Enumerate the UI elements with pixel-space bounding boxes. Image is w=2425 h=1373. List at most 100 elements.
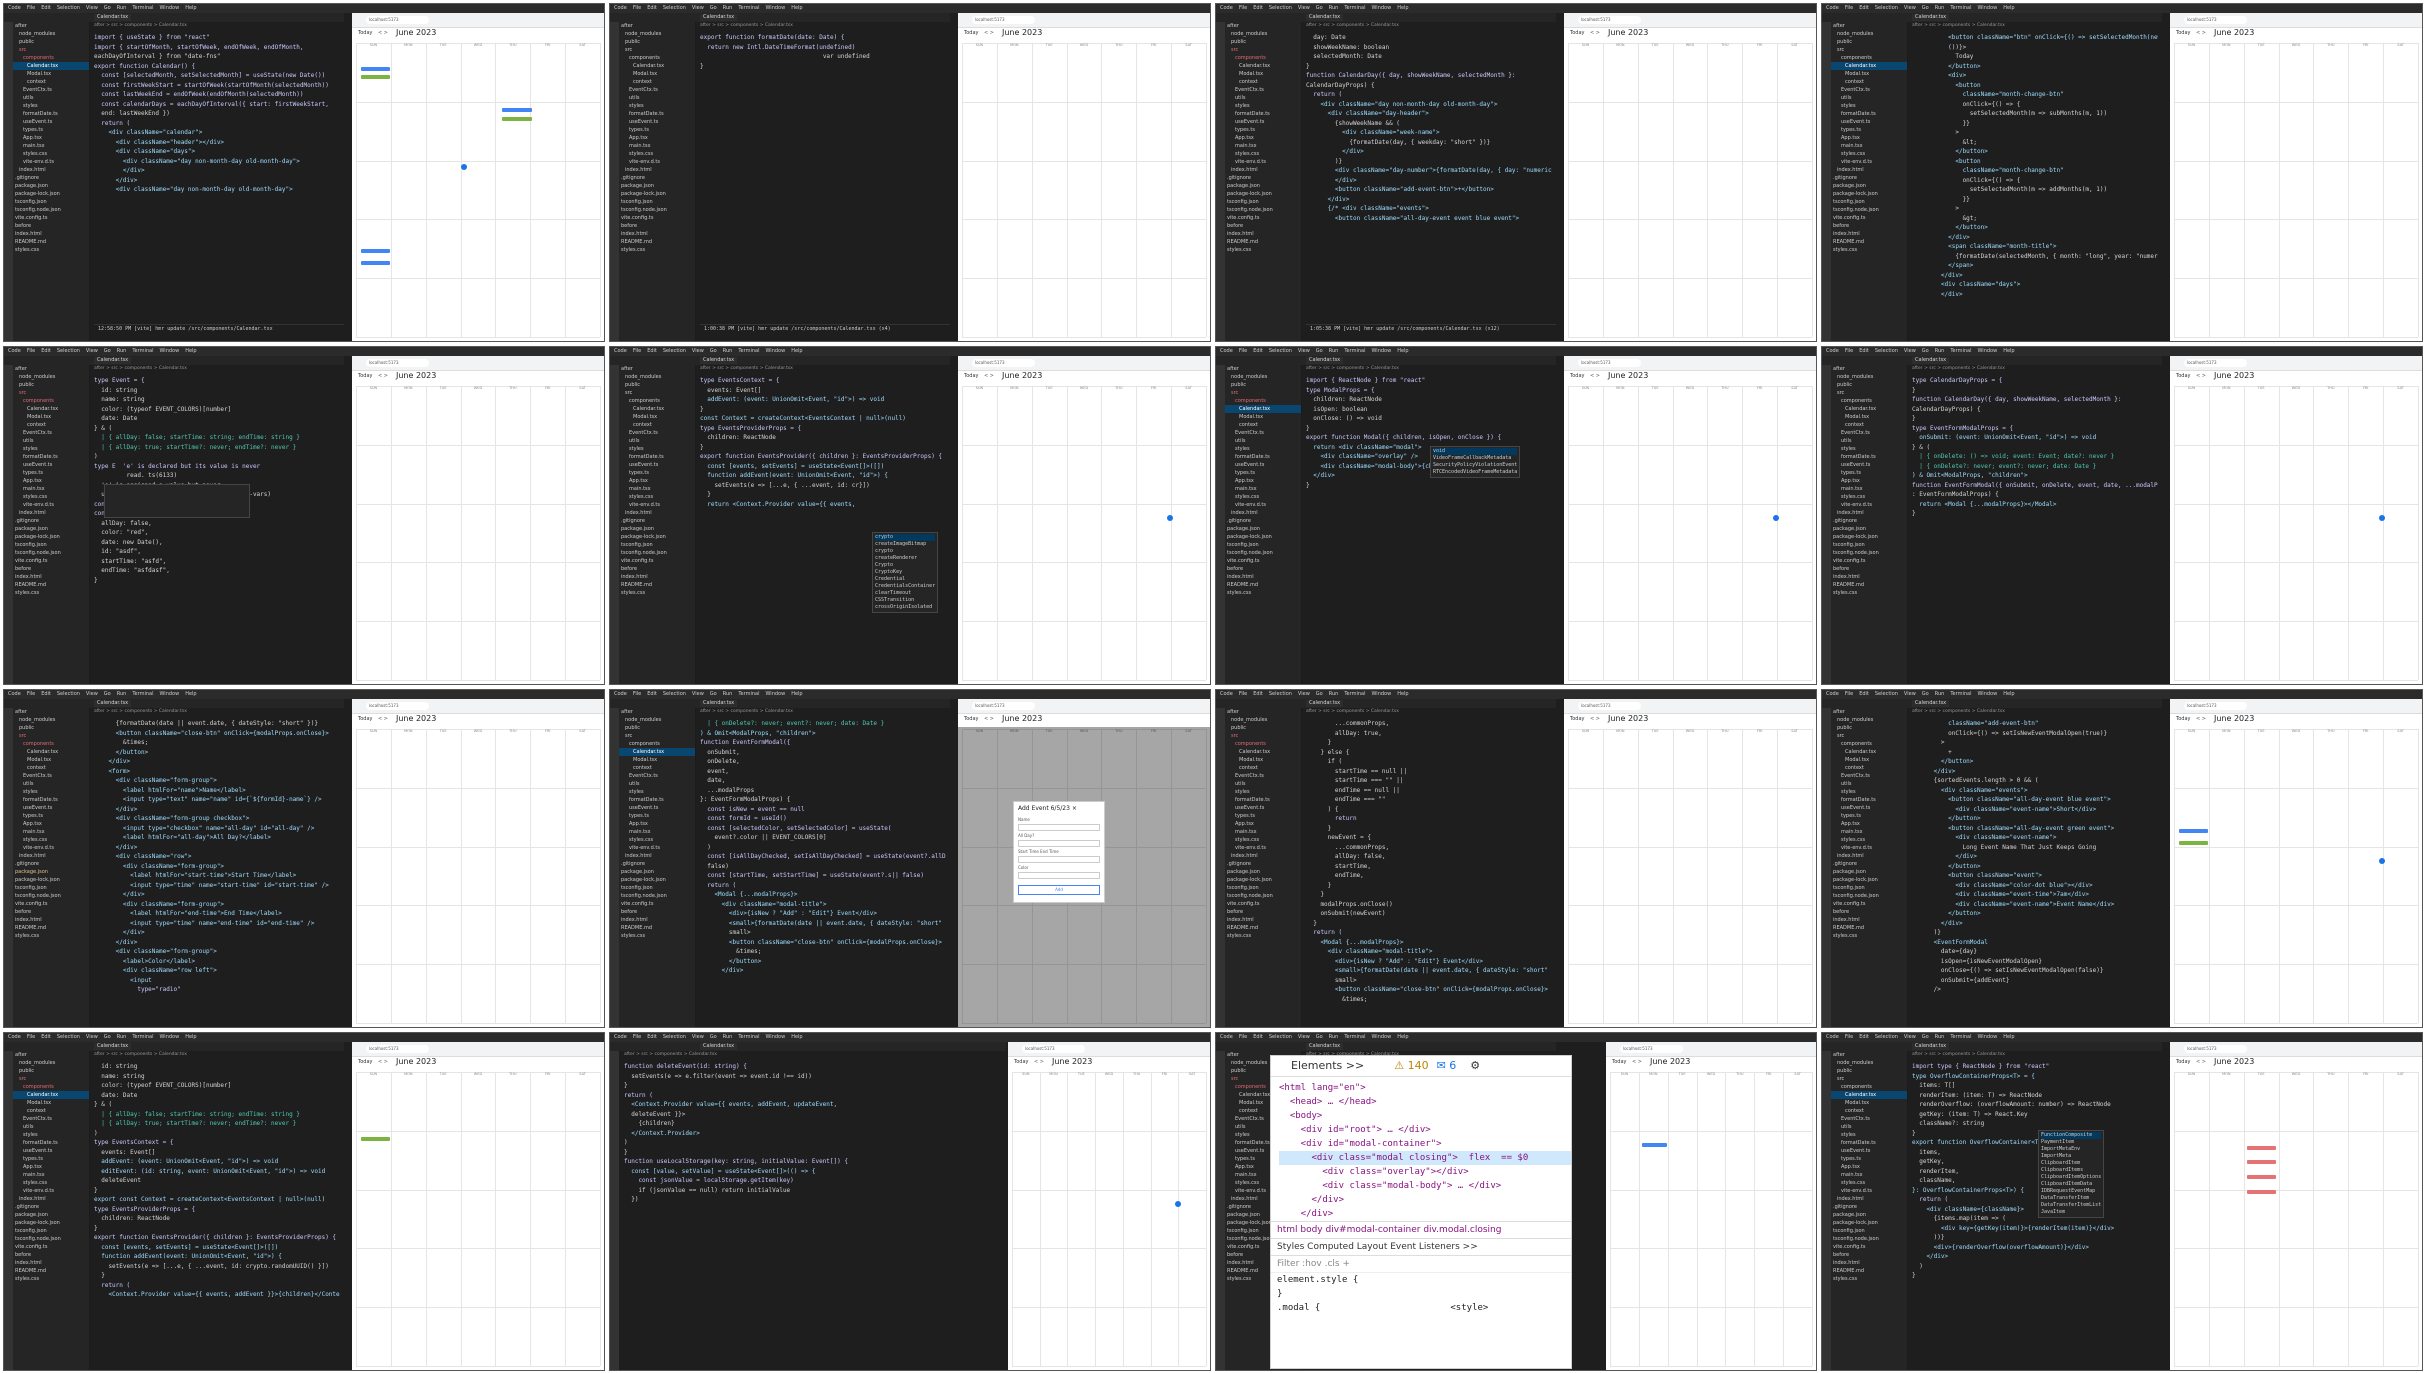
explorer-item[interactable]: components: [1831, 54, 1907, 62]
menu-item[interactable]: Run: [117, 5, 127, 11]
explorer-item[interactable]: styles.css: [1225, 493, 1301, 501]
explorer-item[interactable]: types.ts: [619, 469, 695, 477]
explorer-item[interactable]: styles.css: [1225, 932, 1301, 940]
autocomplete-item[interactable]: crossOriginIsolated: [875, 604, 935, 611]
explorer-item[interactable]: components: [1831, 397, 1907, 405]
explorer-item[interactable]: types.ts: [1225, 469, 1301, 477]
explorer-item[interactable]: .gitignore: [1225, 174, 1301, 182]
modal-field-input[interactable]: [1018, 824, 1100, 831]
explorer-item[interactable]: vite-env.d.ts: [1225, 158, 1301, 166]
explorer-item[interactable]: vite-env.d.ts: [1831, 1187, 1907, 1195]
month-nav-buttons[interactable]: < >: [378, 1059, 388, 1065]
editor-tab[interactable]: Calendar.tsx: [1912, 700, 1950, 707]
explorer-item[interactable]: after: [1225, 22, 1301, 30]
explorer-item[interactable]: components: [13, 54, 89, 62]
explorer-item[interactable]: formatDate.ts: [1225, 796, 1301, 804]
menu-item[interactable]: File: [1239, 5, 1247, 11]
explorer-item[interactable]: after: [13, 1051, 89, 1059]
explorer-item[interactable]: node_modules: [1831, 30, 1907, 38]
explorer-item[interactable]: tsconfig.node.json: [1225, 206, 1301, 214]
explorer-item[interactable]: .gitignore: [1831, 517, 1907, 525]
explorer-item[interactable]: formatDate.ts: [619, 796, 695, 804]
autocomplete-item[interactable]: void: [1433, 448, 1518, 455]
explorer-item[interactable]: styles: [1225, 445, 1301, 453]
gear-icon[interactable]: ⚙: [1470, 1059, 1480, 1072]
menu-item[interactable]: Terminal: [738, 348, 759, 354]
month-nav-buttons[interactable]: < >: [2196, 30, 2206, 36]
code-editor[interactable]: type CalendarDayProps = {} function Calen…: [1912, 376, 2158, 668]
explorer-item[interactable]: index.html: [1831, 230, 1907, 238]
explorer-item[interactable]: before: [1831, 908, 1907, 916]
menu-item[interactable]: Selection: [57, 5, 80, 11]
explorer-item[interactable]: index.html: [1225, 573, 1301, 581]
explorer-item[interactable]: types.ts: [13, 812, 89, 820]
explorer-item[interactable]: README.md: [13, 581, 89, 589]
menu-item[interactable]: Window: [1371, 1034, 1391, 1040]
explorer-item[interactable]: src: [13, 732, 89, 740]
explorer-item[interactable]: useEvent.ts: [619, 461, 695, 469]
code-editor[interactable]: {formatDate(date || event.date, { dateSt…: [94, 719, 340, 1011]
explorer-item[interactable]: index.html: [13, 1195, 89, 1203]
explorer-item[interactable]: package-lock.json: [619, 190, 695, 198]
explorer-item[interactable]: before: [619, 908, 695, 916]
explorer-item[interactable]: components: [1225, 397, 1301, 405]
explorer-item[interactable]: useEvent.ts: [1831, 118, 1907, 126]
menu-item[interactable]: Window: [159, 5, 179, 11]
menu-item[interactable]: Help: [1397, 348, 1408, 354]
menu-item[interactable]: Code: [8, 348, 21, 354]
menu-item[interactable]: Run: [1935, 348, 1945, 354]
menu-item[interactable]: Edit: [647, 1034, 657, 1040]
explorer-item[interactable]: index.html: [13, 852, 89, 860]
event-chip[interactable]: [360, 75, 391, 80]
explorer-item[interactable]: styles.css: [1831, 1179, 1907, 1187]
dom-node[interactable]: <head> … </head>: [1279, 1095, 1571, 1109]
explorer-item[interactable]: types.ts: [1831, 1155, 1907, 1163]
explorer-item[interactable]: EventCtx.ts: [1831, 86, 1907, 94]
explorer-item[interactable]: tsconfig.json: [619, 884, 695, 892]
menu-item[interactable]: File: [1845, 5, 1853, 11]
autocomplete-item[interactable]: FunctionComposite: [2041, 1132, 2102, 1139]
explorer-item[interactable]: styles.css: [13, 1275, 89, 1283]
menu-item[interactable]: Go: [1316, 691, 1323, 697]
explorer-item[interactable]: styles.css: [619, 150, 695, 158]
menu-item[interactable]: File: [27, 1034, 35, 1040]
explorer-item[interactable]: after: [1831, 22, 1907, 30]
explorer-item[interactable]: index.html: [13, 509, 89, 517]
explorer-item[interactable]: README.md: [1831, 1267, 1907, 1275]
menu-item[interactable]: Run: [1329, 5, 1339, 11]
menu-item[interactable]: Selection: [1269, 1034, 1292, 1040]
breadcrumb-node[interactable]: html: [1277, 1225, 1300, 1235]
explorer-item[interactable]: styles.css: [619, 836, 695, 844]
explorer-item[interactable]: public: [13, 38, 89, 46]
explorer-item[interactable]: before: [619, 222, 695, 230]
explorer-item[interactable]: index.html: [1831, 573, 1907, 581]
explorer-item[interactable]: after: [1831, 365, 1907, 373]
explorer-item[interactable]: Calendar.tsx: [13, 748, 89, 756]
explorer-item[interactable]: package-lock.json: [13, 190, 89, 198]
explorer-item[interactable]: vite.config.ts: [1831, 1243, 1907, 1251]
explorer-item[interactable]: after: [13, 708, 89, 716]
explorer-item[interactable]: vite-env.d.ts: [13, 158, 89, 166]
menu-item[interactable]: Code: [1220, 348, 1233, 354]
menu-item[interactable]: Run: [723, 5, 733, 11]
explorer-item[interactable]: tsconfig.node.json: [619, 549, 695, 557]
explorer-item[interactable]: main.tsx: [619, 142, 695, 150]
explorer-item[interactable]: components: [619, 54, 695, 62]
explorer-item[interactable]: useEvent.ts: [13, 118, 89, 126]
explorer-item[interactable]: EventCtx.ts: [1831, 429, 1907, 437]
explorer-item[interactable]: Calendar.tsx: [619, 405, 695, 413]
menu-item[interactable]: Code: [8, 1034, 21, 1040]
today-button[interactable]: Today: [2176, 1059, 2190, 1065]
code-editor[interactable]: day: Date showWeekName: boolean selected…: [1306, 33, 1552, 325]
menu-item[interactable]: Run: [117, 1034, 127, 1040]
autocomplete-item[interactable]: CSSTransition: [875, 597, 935, 604]
menu-item[interactable]: Edit: [1253, 1034, 1263, 1040]
menu-item[interactable]: View: [1904, 5, 1916, 11]
explorer-item[interactable]: formatDate.ts: [619, 110, 695, 118]
explorer-item[interactable]: src: [13, 1075, 89, 1083]
explorer-item[interactable]: index.html: [13, 230, 89, 238]
explorer-item[interactable]: Modal.tsx: [619, 413, 695, 421]
explorer-item[interactable]: Modal.tsx: [13, 1099, 89, 1107]
explorer-item[interactable]: .gitignore: [1831, 860, 1907, 868]
dom-node[interactable]: </div>: [1279, 1207, 1571, 1221]
